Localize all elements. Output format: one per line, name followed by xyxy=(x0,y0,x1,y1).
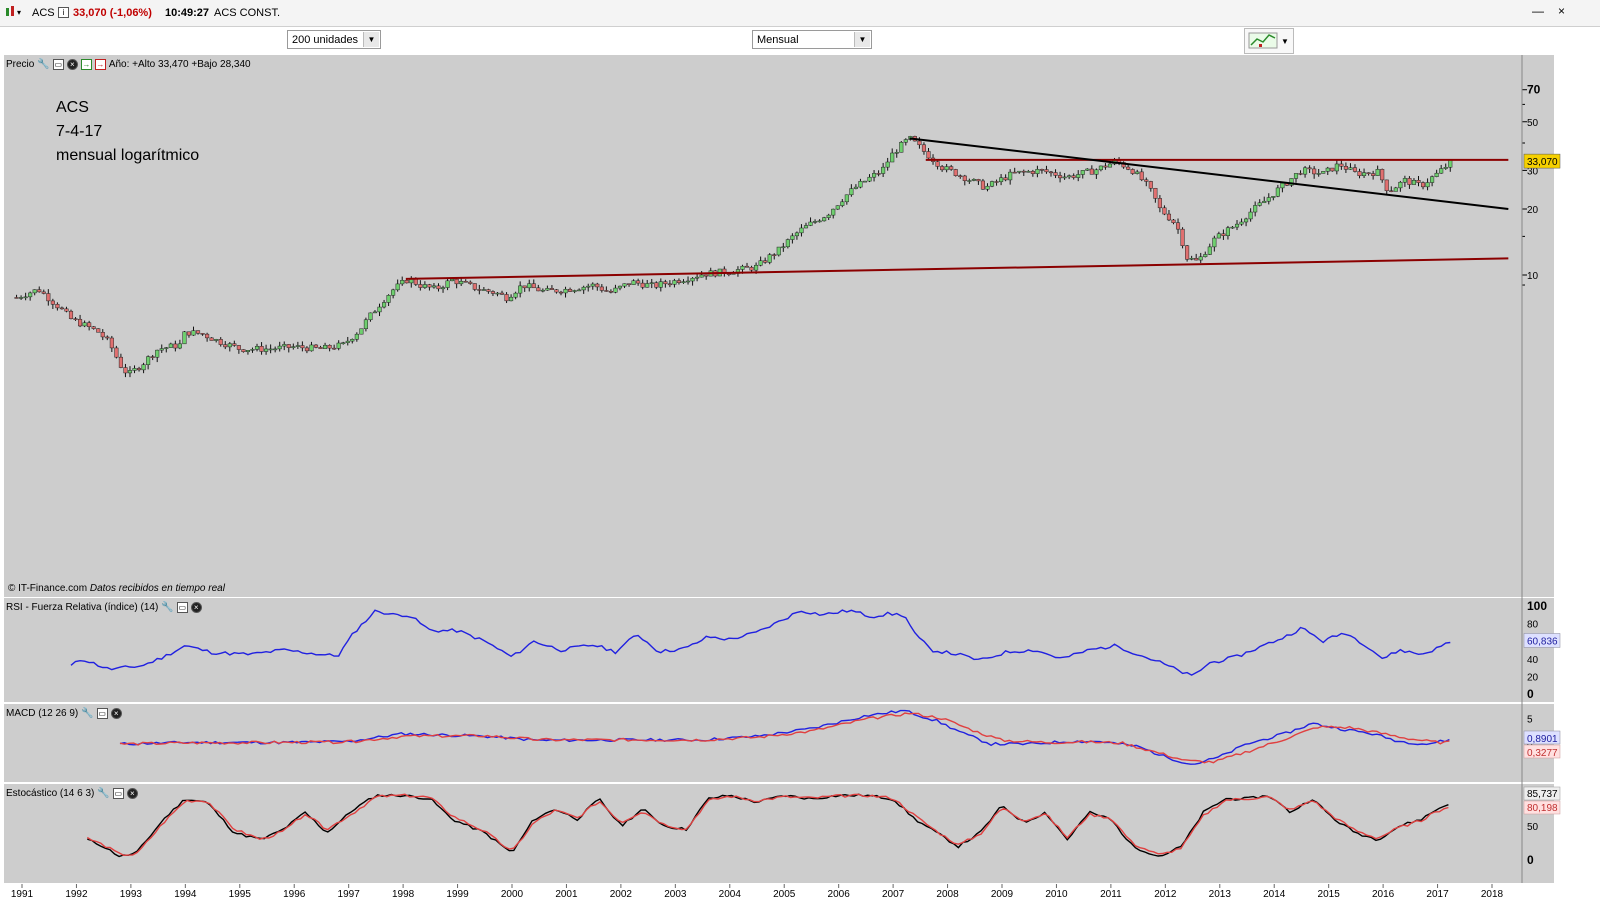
drawing-tools-button[interactable]: ▼ xyxy=(1244,28,1294,54)
period-dropdown[interactable]: Mensual ▼ xyxy=(752,30,872,49)
window-icon[interactable]: ▭ xyxy=(112,788,124,799)
title-bar: ▾ ACS i 33,070 (-1,06%) 10:49:27 ACS CON… xyxy=(0,0,1600,27)
remove-icon[interactable]: → xyxy=(94,59,106,70)
wrench-icon[interactable]: 🔧 xyxy=(37,59,49,70)
chart-type-icon[interactable]: ▾ xyxy=(4,5,24,22)
price-panel: Precio 🔧 ▭ × → → Año: +Alto 33,470 +Bajo… xyxy=(4,55,1554,597)
stochastic-panel: Estocástico (14 6 3) 🔧 ▭ × xyxy=(4,784,1554,883)
svg-text:▼: ▼ xyxy=(1281,37,1289,46)
info-icon[interactable]: i xyxy=(58,6,69,18)
window-icon[interactable]: ▭ xyxy=(176,602,188,613)
annotation-line: mensual logarítmico xyxy=(56,147,200,164)
svg-text:▾: ▾ xyxy=(17,8,21,17)
wrench-icon[interactable]: 🔧 xyxy=(161,602,173,613)
close-icon[interactable]: × xyxy=(126,788,138,799)
macd-panel-label: MACD (12 26 9) xyxy=(6,708,79,719)
wrench-icon[interactable]: 🔧 xyxy=(97,788,109,799)
annotation-line: 7-4-17 xyxy=(56,123,103,140)
stochastic-panel-header: Estocástico (14 6 3) 🔧 ▭ × xyxy=(6,786,138,801)
price-change: 33,070 (-1,06%) xyxy=(73,7,152,19)
wrench-icon[interactable]: 🔧 xyxy=(81,708,93,719)
minimize-icon[interactable]: — xyxy=(1532,4,1544,18)
annotation-line: ACS xyxy=(56,99,89,116)
rsi-panel: RSI - Fuerza Relativa (índice) (14) 🔧 ▭ … xyxy=(4,598,1554,702)
x-axis xyxy=(0,884,1600,905)
export-icon[interactable]: → xyxy=(80,59,92,70)
company-name: ACS CONST. xyxy=(214,7,281,19)
close-icon[interactable]: × xyxy=(1558,4,1565,18)
chevron-down-icon: ▼ xyxy=(363,32,379,47)
close-icon[interactable]: × xyxy=(110,708,122,719)
price-panel-header: Precio 🔧 ▭ × → → Año: +Alto 33,470 +Bajo… xyxy=(6,57,251,72)
close-icon[interactable]: × xyxy=(66,59,78,70)
macd-panel-header: MACD (12 26 9) 🔧 ▭ × xyxy=(6,706,122,721)
ticker-label: ACS xyxy=(32,7,55,19)
timestamp: 10:49:27 xyxy=(165,7,210,19)
units-dropdown[interactable]: 200 unidades ▼ xyxy=(287,30,381,49)
stochastic-panel-label: Estocástico (14 6 3) xyxy=(6,788,95,799)
realtime-note: Datos recibidos en tiempo real xyxy=(89,583,225,594)
year-range-info: Año: +Alto 33,470 +Bajo 28,340 xyxy=(108,59,251,70)
copyright-text: © IT-Finance.com xyxy=(8,583,88,594)
source-footer: © IT-Finance.com Datos recibidos en tiem… xyxy=(8,583,225,594)
units-value: 200 unidades xyxy=(292,34,359,46)
price-panel-label: Precio xyxy=(6,59,35,70)
rsi-panel-label: RSI - Fuerza Relativa (índice) (14) xyxy=(6,602,159,613)
chart-tools-icon: ▼ xyxy=(1248,32,1289,49)
macd-panel: MACD (12 26 9) 🔧 ▭ × xyxy=(4,704,1554,782)
close-icon[interactable]: × xyxy=(190,602,202,613)
rsi-panel-header: RSI - Fuerza Relativa (índice) (14) 🔧 ▭ … xyxy=(6,600,202,615)
period-value: Mensual xyxy=(757,34,799,46)
window-icon[interactable]: ▭ xyxy=(96,708,108,719)
window-icon[interactable]: ▭ xyxy=(52,59,64,70)
chevron-down-icon: ▼ xyxy=(854,32,870,47)
